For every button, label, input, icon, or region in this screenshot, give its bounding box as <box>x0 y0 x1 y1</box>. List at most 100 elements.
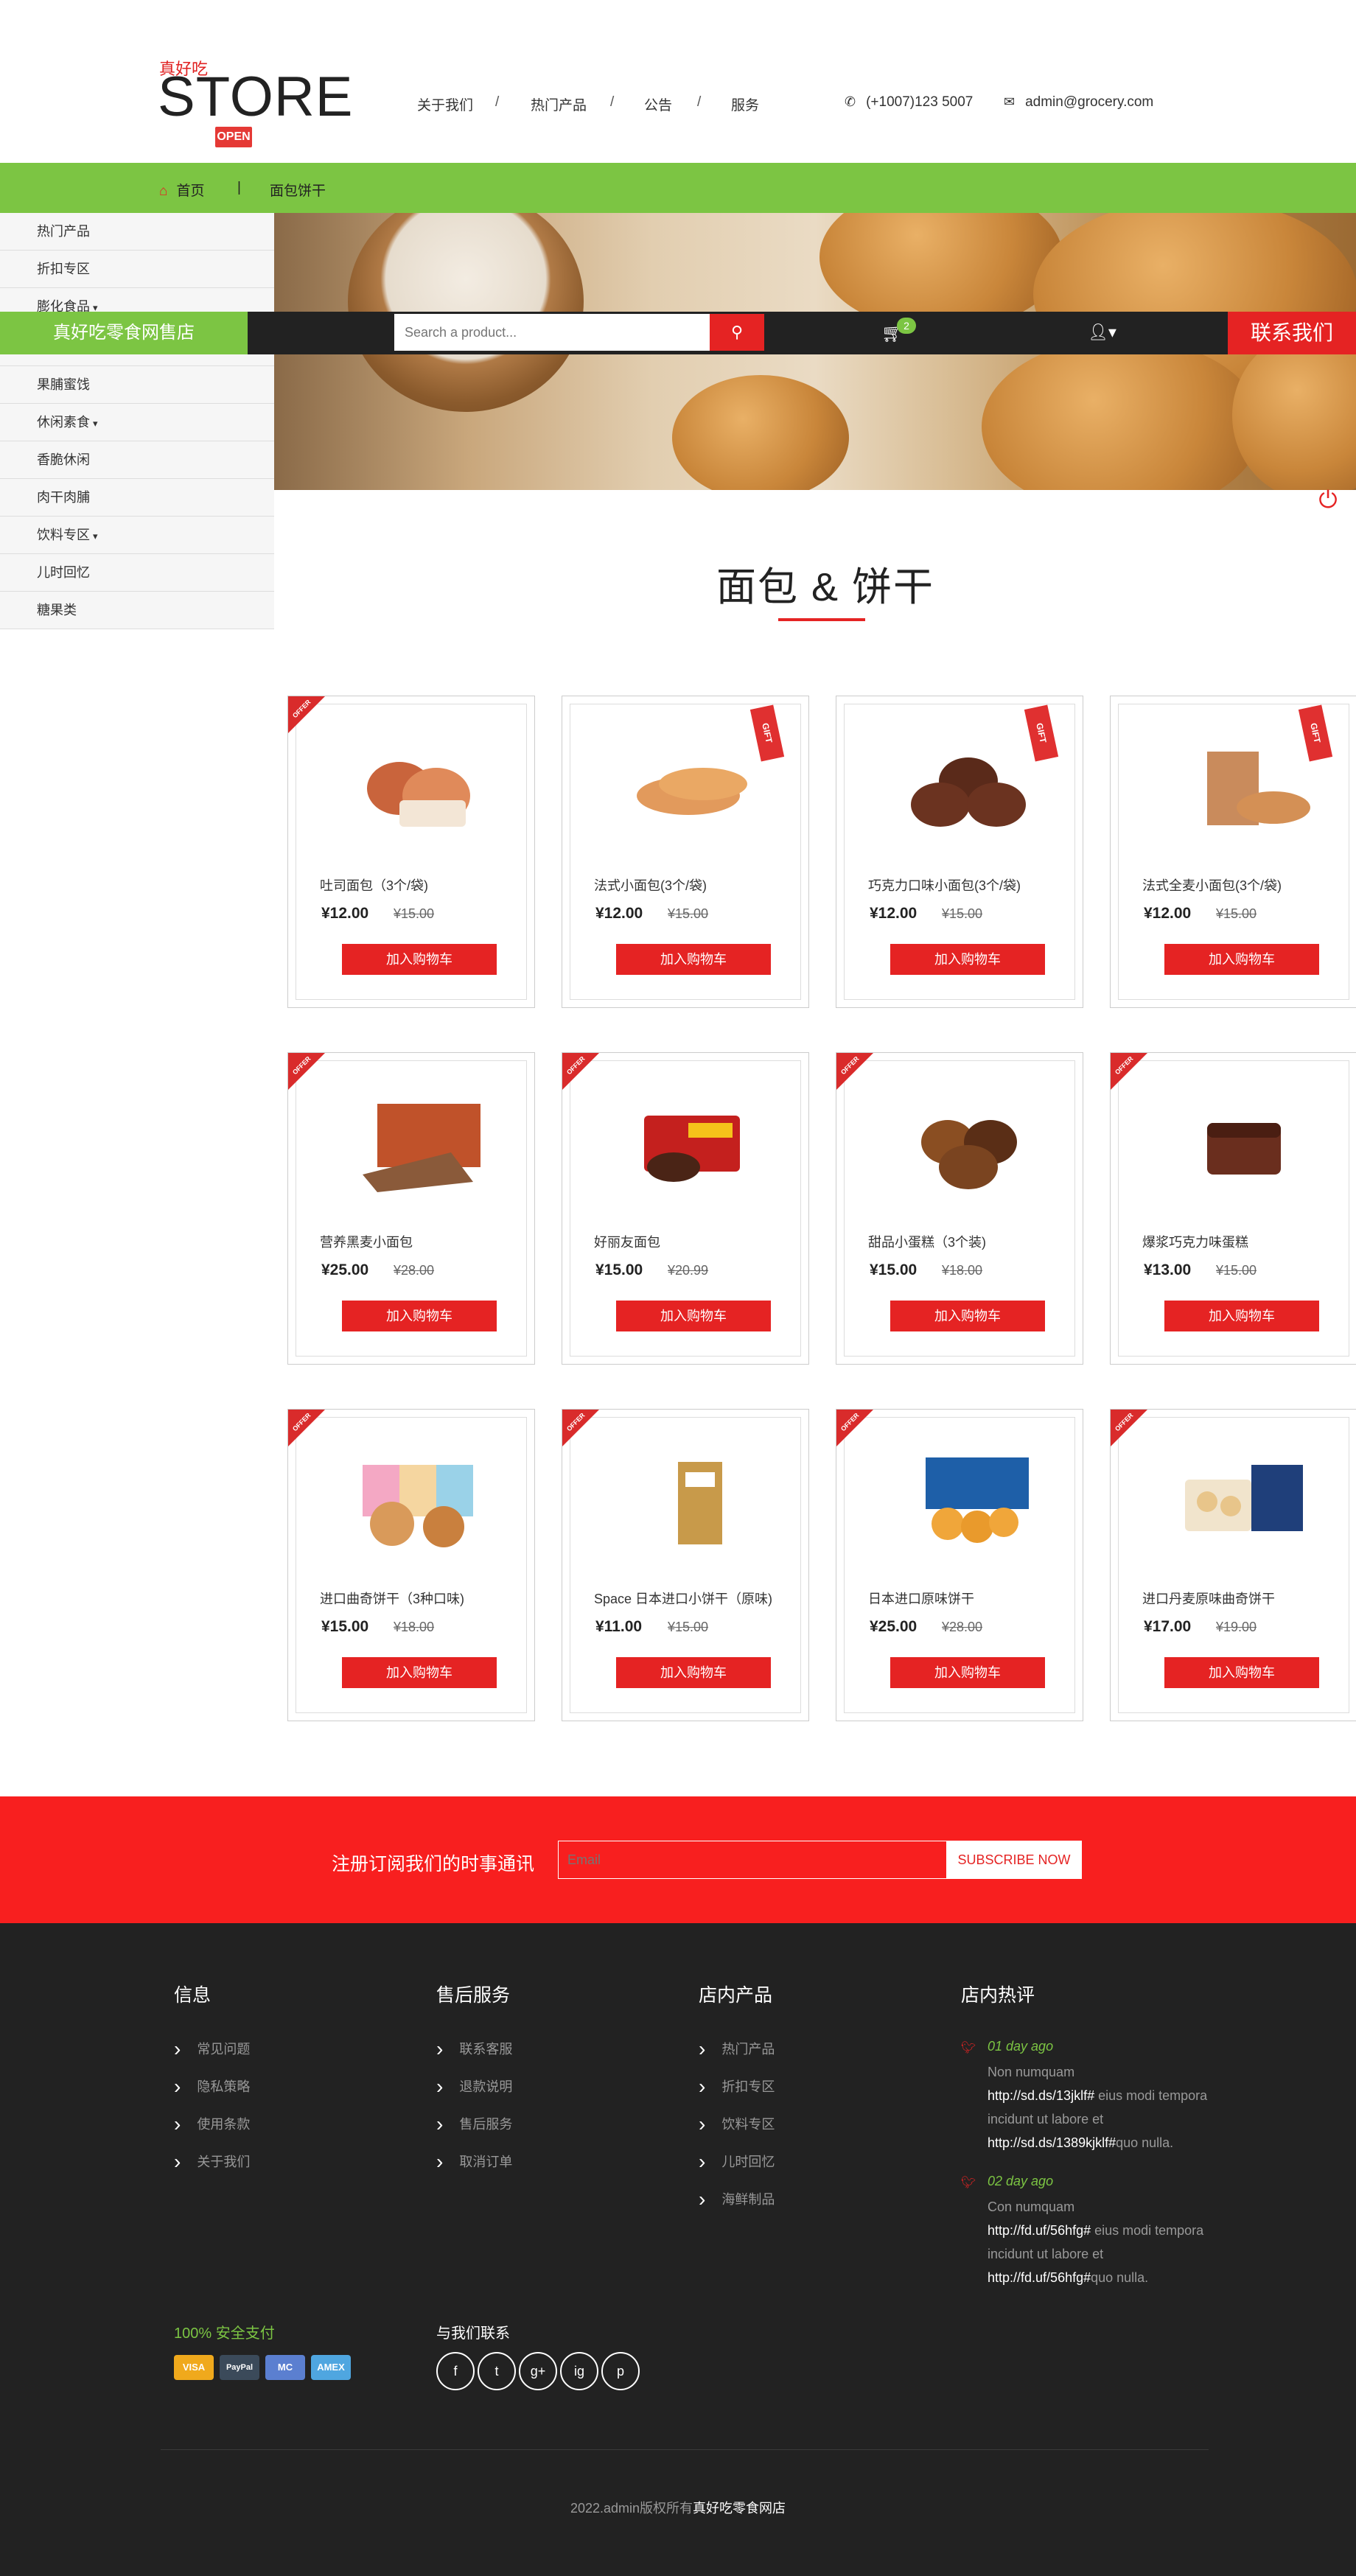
add-to-cart-button[interactable]: 加入购物车 <box>342 1657 497 1688</box>
sidebar-item-hot[interactable]: 热门产品 <box>0 213 274 251</box>
logo-open-badge: OPEN <box>215 127 252 147</box>
footer-divider <box>161 2449 1209 2450</box>
product-image[interactable] <box>348 737 492 837</box>
nav-separator: / <box>495 94 500 110</box>
product-image[interactable] <box>896 1450 1041 1550</box>
review-link[interactable]: http://sd.ds/1389kjklf# <box>988 2135 1116 2150</box>
product-card[interactable]: 营养黑麦小面包 ¥25.00 ¥28.00 加入购物车 OFFER <box>287 1052 535 1365</box>
product-card[interactable]: 好丽友面包 ¥15.00 ¥20.99 加入购物车 OFFER <box>562 1052 809 1365</box>
twitter-icon[interactable]: t <box>478 2352 516 2390</box>
footer-link[interactable]: 常见问题 <box>174 2035 250 2059</box>
footer-link[interactable]: 隐私策略 <box>174 2073 250 2096</box>
footer-link[interactable]: 海鲜制品 <box>699 2185 775 2209</box>
add-to-cart-button[interactable]: 加入购物车 <box>890 1657 1045 1688</box>
sidebar-item-childhood[interactable]: 儿时回忆 <box>0 554 274 592</box>
product-card[interactable]: 吐司面包（3个/袋) ¥12.00 ¥15.00 加入购物车 OFFER <box>287 696 535 1008</box>
subscribe-button[interactable]: SUBSCRIBE NOW <box>946 1841 1082 1879</box>
breadcrumb-home[interactable]: ⌂ 首页 <box>159 180 205 200</box>
product-name[interactable]: 营养黑麦小面包 <box>320 1232 413 1251</box>
add-to-cart-button[interactable]: 加入购物车 <box>616 1301 771 1331</box>
product-card[interactable]: 甜品小蛋糕（3个装) ¥15.00 ¥18.00 加入购物车 OFFER <box>836 1052 1083 1365</box>
product-image[interactable] <box>1170 737 1315 837</box>
store-brand[interactable]: 真好吃零食网售店 <box>0 312 248 354</box>
review-text: Non numquam http://sd.ds/13jklf# eius mod… <box>988 2060 1209 2155</box>
product-image[interactable] <box>896 737 1041 837</box>
footer-link[interactable]: 使用条款 <box>174 2110 250 2134</box>
product-card[interactable]: 进口曲奇饼干（3种口味) ¥15.00 ¥18.00 加入购物车 OFFER <box>287 1409 535 1721</box>
footer-link[interactable]: 饮料专区 <box>699 2110 775 2134</box>
nav-hot[interactable]: 热门产品 <box>531 94 587 114</box>
product-name[interactable]: 进口曲奇饼干（3种口味) <box>320 1589 464 1608</box>
add-to-cart-button[interactable]: 加入购物车 <box>616 1657 771 1688</box>
sidebar-item-crispy[interactable]: 香脆休闲 <box>0 441 274 479</box>
add-to-cart-button[interactable]: 加入购物车 <box>1164 1657 1319 1688</box>
add-to-cart-button[interactable]: 加入购物车 <box>1164 1301 1319 1331</box>
footer-link[interactable]: 退款说明 <box>436 2073 512 2096</box>
add-to-cart-button[interactable]: 加入购物车 <box>342 944 497 975</box>
add-to-cart-button[interactable]: 加入购物车 <box>616 944 771 975</box>
footer-link[interactable]: 折扣专区 <box>699 2073 775 2096</box>
pinterest-icon[interactable]: p <box>601 2352 640 2390</box>
google-plus-icon[interactable]: g+ <box>519 2352 557 2390</box>
product-name[interactable]: Space 日本进口小饼干（原味) <box>594 1589 772 1608</box>
add-to-cart-button[interactable]: 加入购物车 <box>890 1301 1045 1331</box>
add-to-cart-button[interactable]: 加入购物车 <box>342 1301 497 1331</box>
footer-link[interactable]: 热门产品 <box>699 2035 775 2059</box>
product-card[interactable]: 日本进口原味饼干 ¥25.00 ¥28.00 加入购物车 OFFER <box>836 1409 1083 1721</box>
product-image[interactable] <box>348 1450 492 1550</box>
product-card[interactable]: 法式小面包(3个/袋) ¥12.00 ¥15.00 加入购物车 GIFT <box>562 696 809 1008</box>
add-to-cart-button[interactable]: 加入购物车 <box>890 944 1045 975</box>
facebook-icon[interactable]: f <box>436 2352 475 2390</box>
product-name[interactable]: 法式全麦小面包(3个/袋) <box>1142 875 1282 895</box>
add-to-cart-button[interactable]: 加入购物车 <box>1164 944 1319 975</box>
logo-store[interactable]: STORE <box>158 69 353 125</box>
product-name[interactable]: 日本进口原味饼干 <box>868 1589 974 1608</box>
search-button[interactable]: ⚲ <box>710 314 764 351</box>
footer-link[interactable]: 关于我们 <box>174 2148 250 2171</box>
review-line: Con numquam <box>988 2199 1075 2214</box>
user-icon[interactable]: 👤︎▾ <box>1088 323 1116 342</box>
search-input[interactable] <box>394 314 710 351</box>
nav-service[interactable]: 服务 <box>731 94 759 114</box>
review-link[interactable]: http://fd.uf/56hfg# <box>988 2223 1091 2238</box>
footer-link[interactable]: 取消订单 <box>436 2148 512 2171</box>
copyright-store-link[interactable]: 真好吃零食网店 <box>693 2501 786 2516</box>
product-image[interactable] <box>1170 1450 1315 1550</box>
contact-us-button[interactable]: 联系我们 <box>1228 312 1356 354</box>
product-image[interactable] <box>896 1093 1041 1194</box>
review-link[interactable]: http://sd.ds/13jklf# <box>988 2088 1094 2103</box>
product-image[interactable] <box>622 1450 766 1550</box>
product-card[interactable]: 巧克力口味小面包(3个/袋) ¥12.00 ¥15.00 加入购物车 GIFT <box>836 696 1083 1008</box>
product-card[interactable]: 爆浆巧克力味蛋糕 ¥13.00 ¥15.00 加入购物车 OFFER <box>1110 1052 1356 1365</box>
footer-link[interactable]: 儿时回忆 <box>699 2148 775 2171</box>
nav-notice[interactable]: 公告 <box>644 94 672 114</box>
product-image[interactable] <box>622 737 766 837</box>
sidebar-item-snack-veg[interactable]: 休闲素食 <box>0 404 274 441</box>
product-card[interactable]: 法式全麦小面包(3个/袋) ¥12.00 ¥15.00 加入购物车 GIFT <box>1110 696 1356 1008</box>
footer-link[interactable]: 售后服务 <box>436 2110 512 2134</box>
product-card[interactable]: Space 日本进口小饼干（原味) ¥11.00 ¥15.00 加入购物车 OFFER <box>562 1409 809 1721</box>
product-name[interactable]: 好丽友面包 <box>594 1232 660 1251</box>
nav-about[interactable]: 关于我们 <box>417 94 473 114</box>
newsletter-email-input[interactable] <box>558 1841 947 1879</box>
product-image[interactable] <box>1170 1093 1315 1194</box>
product-name[interactable]: 巧克力口味小面包(3个/袋) <box>868 875 1021 895</box>
sidebar-item-candy[interactable]: 糖果类 <box>0 592 274 629</box>
product-name[interactable]: 进口丹麦原味曲奇饼干 <box>1142 1589 1275 1608</box>
sidebar-item-jerky[interactable]: 肉干肉脯 <box>0 479 274 517</box>
product-name[interactable]: 甜品小蛋糕（3个装) <box>868 1232 986 1251</box>
header-email[interactable]: ✉ admin@grocery.com <box>1004 94 1153 111</box>
product-image[interactable] <box>348 1093 492 1194</box>
power-icon[interactable]: ⏻ <box>1315 486 1341 513</box>
review-link[interactable]: http://fd.uf/56hfg# <box>988 2270 1091 2285</box>
product-image[interactable] <box>622 1093 766 1194</box>
product-name[interactable]: 吐司面包（3个/袋) <box>320 875 428 895</box>
product-card[interactable]: 进口丹麦原味曲奇饼干 ¥17.00 ¥19.00 加入购物车 OFFER <box>1110 1409 1356 1721</box>
sidebar-item-discount[interactable]: 折扣专区 <box>0 251 274 288</box>
sidebar-item-dried-fruit[interactable]: 果脯蜜饯 <box>0 366 274 404</box>
product-name[interactable]: 爆浆巧克力味蛋糕 <box>1142 1232 1248 1251</box>
product-name[interactable]: 法式小面包(3个/袋) <box>594 875 707 895</box>
instagram-icon[interactable]: ig <box>560 2352 598 2390</box>
sidebar-item-drinks[interactable]: 饮料专区 <box>0 517 274 554</box>
footer-link[interactable]: 联系客服 <box>436 2035 512 2059</box>
